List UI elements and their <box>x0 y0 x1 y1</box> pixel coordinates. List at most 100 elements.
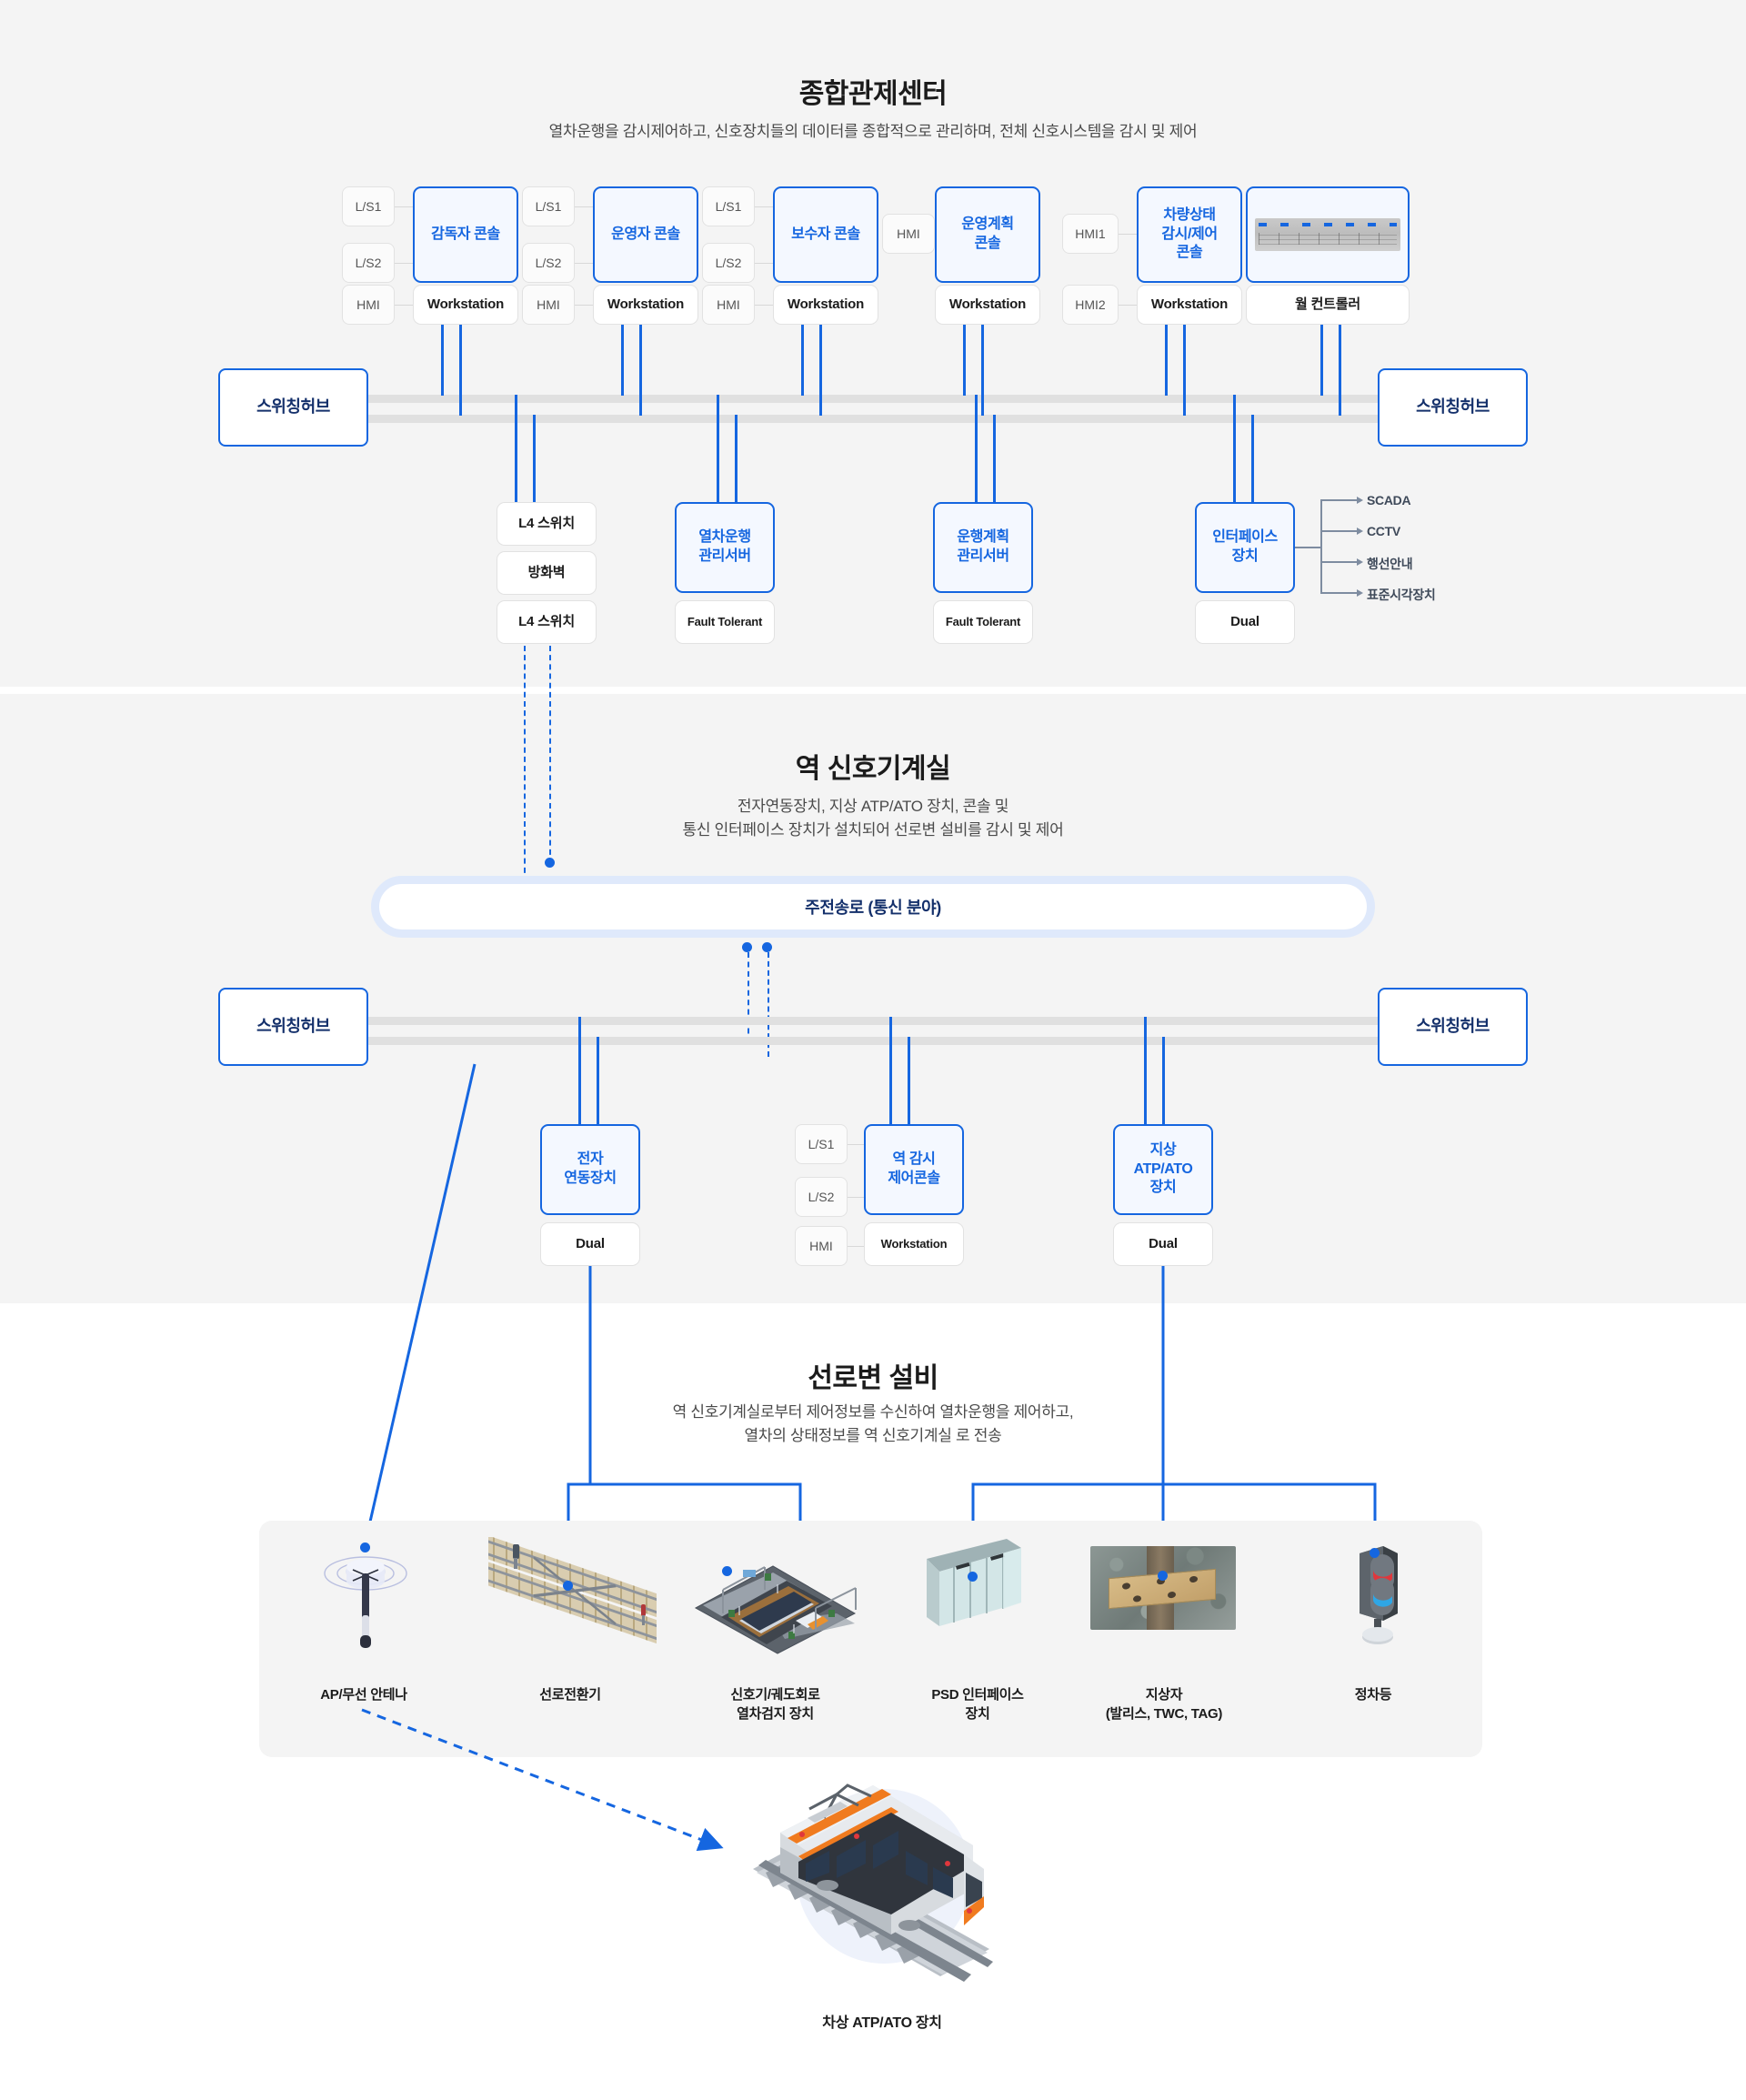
psd-connect-dot <box>968 1572 978 1582</box>
caption-label: Dual <box>1230 614 1259 630</box>
interface-device-uplink-a <box>1233 395 1236 502</box>
antenna-icon <box>323 1537 409 1651</box>
console-3-chip-link-2 <box>755 263 773 264</box>
station-switching-hub-right-label: 스위칭허브 <box>1416 1017 1490 1036</box>
wall-controller[interactable] <box>1246 186 1410 283</box>
psd-icon <box>923 1539 1032 1643</box>
interface-fan-branch-2 <box>1320 530 1357 532</box>
caption-label: Workstation <box>787 296 865 313</box>
station-monitoring-control-console-caption: Workstation <box>864 1222 964 1266</box>
ops-plan-server-uplink-a <box>975 395 978 502</box>
console-2-chip-ls1: L/S1 <box>522 186 575 226</box>
balise-icon <box>1090 1546 1236 1630</box>
console-maintainer-caption: Workstation <box>773 285 878 325</box>
console-maintainer-label: 보수자 콘솔 <box>791 226 860 242</box>
track-switch-connect-dot <box>563 1581 573 1591</box>
balise-connect-dot <box>1158 1571 1168 1581</box>
station-switching-hub-right[interactable]: 스위칭허브 <box>1378 988 1528 1066</box>
chip-label: L/S2 <box>535 255 562 270</box>
console-3-chip-hmi: HMI <box>702 285 755 325</box>
l4-switch-bottom[interactable]: L4 스위치 <box>497 600 597 644</box>
console-operation-plan[interactable]: 운영계획 콘솔 <box>935 186 1040 283</box>
transmission-to-station-dash-a <box>748 952 749 1043</box>
interface-fan-arrow-2 <box>1357 528 1363 535</box>
interface-fan-branch-4 <box>1320 592 1357 594</box>
interface-output-cctv: CCTV <box>1367 524 1400 538</box>
console-5-chip-hmi1: HMI1 <box>1062 214 1119 254</box>
console-operation-plan-label: 운영계획 콘솔 <box>961 216 1014 251</box>
console-1-chip-hmi: HMI <box>342 285 395 325</box>
l4-switch-bottom-label: L4 스위치 <box>518 614 575 630</box>
console-3-chip-ls2: L/S2 <box>702 243 755 283</box>
caption-label: Fault Tolerant <box>945 614 1021 628</box>
console-1-chip-ls1: L/S1 <box>342 186 395 226</box>
console-5-chip-hmi2: HMI2 <box>1062 285 1119 325</box>
console-supervisor[interactable]: 감독자 콘솔 <box>413 186 518 283</box>
interface-device[interactable]: 인터페이스 장치 <box>1195 502 1295 593</box>
console-3-chip-link-1 <box>755 206 773 207</box>
console-vehicle-status[interactable]: 차량상태 감시/제어 콘솔 <box>1137 186 1242 283</box>
platform-signal-icon <box>687 1537 864 1655</box>
trackside-title: 선로변 설비 <box>808 1363 938 1393</box>
chip-label: HMI1 <box>1075 226 1106 241</box>
operation-plan-management-server-caption: Fault Tolerant <box>933 600 1033 644</box>
console-2-chip-hmi: HMI <box>522 285 575 325</box>
trackside-subtitle: 역 신호기계실로부터 제어정보를 수신하여 열차운행을 제어하고, 열차의 상태… <box>0 1401 1746 1449</box>
console-1-downlink-a <box>441 325 444 396</box>
electronic-interlocking-device[interactable]: 전자 연동장치 <box>540 1124 640 1215</box>
station-console-chip-ls2: L/S2 <box>795 1177 848 1217</box>
l4-switch-top[interactable]: L4 스위치 <box>497 502 597 546</box>
chip-label: L/S2 <box>715 255 742 270</box>
station-monitoring-control-console-label: 역 감시 제어콘솔 <box>888 1151 940 1186</box>
station-console-chip-link-3 <box>848 1246 864 1247</box>
firewall[interactable]: 방화벽 <box>497 551 597 595</box>
train-operation-management-server-label: 열차운행 관리서버 <box>698 529 751 564</box>
console-4-chip-hmi: HMI <box>882 214 935 254</box>
chip-label: L/S1 <box>808 1136 835 1151</box>
console-1-chip-link-2 <box>395 263 413 264</box>
operation-plan-management-server-label: 운행계획 관리서버 <box>957 529 1009 564</box>
interface-output-standard-clock: 표준시각장치 <box>1367 588 1436 602</box>
train-ops-server-uplink-a <box>717 395 719 502</box>
console-1-downlink-b <box>459 325 462 416</box>
console-1-chip-ls2: L/S2 <box>342 243 395 283</box>
console-maintainer[interactable]: 보수자 콘솔 <box>773 186 878 283</box>
main-transmission-line[interactable]: 주전송로 (통신 분야) <box>371 876 1375 938</box>
caption-label: Workstation <box>948 296 1027 313</box>
console-1-chip-link-3 <box>395 305 413 306</box>
ops-switching-hub-left[interactable]: 스위칭허브 <box>218 368 368 447</box>
operation-plan-management-server[interactable]: 운행계획 관리서버 <box>933 502 1033 593</box>
interface-device-uplink-b <box>1251 415 1254 502</box>
console-4-downlink-a <box>963 325 966 396</box>
interface-device-caption: Dual <box>1195 600 1295 644</box>
station-console-uplink-a <box>889 1017 892 1124</box>
station-switching-hub-left-label: 스위칭허브 <box>256 1017 330 1036</box>
trackside-caption-signal-track-circuit: 신호기/궤도회로 열차검지 장치 <box>730 1687 820 1722</box>
station-bus-line-upper <box>364 1017 1382 1025</box>
ops-switching-hub-right-label: 스위칭허브 <box>1416 397 1490 417</box>
chip-label: HMI <box>717 296 740 312</box>
interface-fan-branch-1 <box>1320 499 1357 501</box>
wayside-atp-ato-device[interactable]: 지상 ATP/ATO 장치 <box>1113 1124 1213 1215</box>
chip-label: HMI <box>537 296 560 312</box>
station-room-subtitle: 전자연동장치, 지상 ATP/ATO 장치, 콘솔 및 통신 인터페이스 장치가… <box>0 795 1746 843</box>
train-operation-management-server[interactable]: 열차운행 관리서버 <box>675 502 775 593</box>
station-bus-line-lower <box>364 1037 1382 1045</box>
station-switching-hub-left[interactable]: 스위칭허브 <box>218 988 368 1066</box>
station-room-subtitle-line2: 통신 인터페이스 장치가 설치되어 선로변 설비를 감시 및 제어 <box>682 821 1064 839</box>
transmission-down-dot-a <box>742 942 752 952</box>
console-operator[interactable]: 운영자 콘솔 <box>593 186 698 283</box>
wall-controller-downlink-a <box>1320 325 1323 396</box>
chip-label: HMI <box>356 296 380 312</box>
ops-switching-hub-right[interactable]: 스위칭허브 <box>1378 368 1528 447</box>
console-vehicle-status-label: 차량상태 감시/제어 콘솔 <box>1161 206 1218 261</box>
console-4-downlink-b <box>981 325 984 416</box>
wayside-atp-ato-uplink-b <box>1162 1037 1165 1124</box>
wall-controller-caption: 월 컨트롤러 <box>1246 285 1410 325</box>
l4-switch-top-label: L4 스위치 <box>518 516 575 532</box>
interface-output-scada: SCADA <box>1367 493 1411 507</box>
console-vehicle-status-caption: Workstation <box>1137 285 1242 325</box>
console-operator-label: 운영자 콘솔 <box>611 226 680 242</box>
l4-switch-uplink-a <box>515 395 517 502</box>
station-monitoring-control-console[interactable]: 역 감시 제어콘솔 <box>864 1124 964 1215</box>
